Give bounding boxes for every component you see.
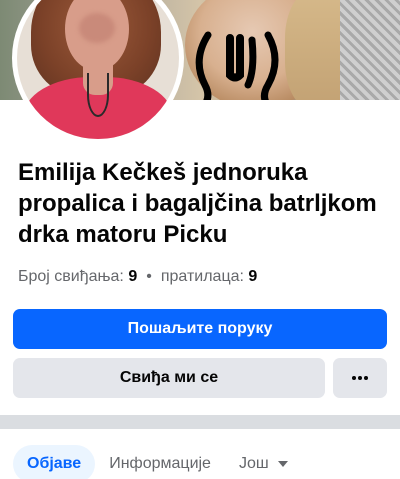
- profile-tabs: Објаве Информације Још: [13, 445, 303, 479]
- avatar-photo: [17, 0, 179, 139]
- tab-posts[interactable]: Објаве: [13, 445, 96, 479]
- followers-count: 9: [248, 268, 258, 285]
- stats-separator: •: [146, 268, 152, 285]
- likes-label: Број свиђања:: [18, 268, 124, 285]
- like-page-label: Свиђа ми се: [119, 369, 219, 386]
- followers-label: пратилаца:: [160, 268, 244, 285]
- profile-avatar[interactable]: [12, 0, 184, 144]
- avatar-necklace-shape: [87, 73, 109, 117]
- section-divider: [0, 415, 400, 429]
- like-page-button[interactable]: Свиђа ми се: [13, 358, 325, 398]
- send-message-label: Пошаљите поруку: [127, 320, 273, 337]
- profile-name: Emilija Kečkeš jednoruka propalica i bag…: [18, 159, 377, 248]
- likes-count: 9: [128, 268, 138, 285]
- profile-stats: Број свиђања: 9 • пратилаца: 9: [18, 268, 257, 286]
- more-options-button[interactable]: [333, 358, 387, 398]
- tab-posts-label: Објаве: [27, 455, 82, 472]
- more-dots-icon: [352, 376, 368, 380]
- tab-more[interactable]: Још: [225, 445, 303, 479]
- tab-more-label: Још: [238, 455, 269, 472]
- tab-about-label: Информације: [109, 455, 211, 472]
- chevron-down-icon: [277, 461, 288, 467]
- tab-about[interactable]: Информације: [95, 445, 225, 479]
- send-message-button[interactable]: Пошаљите поруку: [13, 309, 387, 349]
- scribble-drawing: [195, 31, 279, 100]
- avatar-blur-shape: [79, 13, 115, 43]
- cover-background-shape: [340, 0, 400, 100]
